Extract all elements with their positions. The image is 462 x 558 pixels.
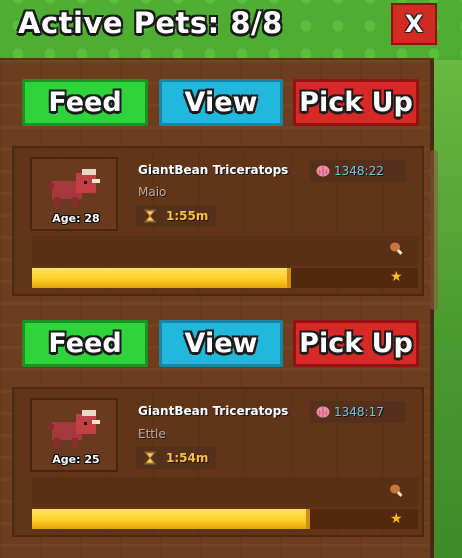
hunger-strip (32, 477, 418, 507)
background-grass (434, 60, 462, 558)
pet-thumbnail[interactable]: Age: 28 (30, 157, 118, 231)
pet-timer: 1:55m (166, 209, 209, 223)
hunger-strip (32, 236, 418, 266)
brain-icon (316, 164, 330, 181)
drumstick-icon (390, 242, 404, 259)
triceratops-icon (48, 410, 100, 448)
feed-button[interactable]: Feed (22, 320, 148, 367)
pet-age: Age: 25 (52, 453, 100, 466)
brain-icon (316, 405, 330, 422)
bits-value: 1348:22 (334, 164, 384, 178)
drumstick-icon (390, 484, 404, 501)
bits-box: 1348:22 (310, 160, 406, 182)
timer-box: 1:55m (136, 205, 216, 227)
bits-box: 1348:17 (310, 401, 406, 423)
growth-bar-fill (32, 268, 291, 288)
timer-box: 1:54m (136, 447, 216, 469)
pick-up-button[interactable]: Pick Up (293, 79, 419, 126)
pet-age: Age: 28 (52, 212, 100, 225)
pet-nickname: Ettle (138, 427, 166, 441)
growth-bar (32, 268, 418, 288)
triceratops-icon (48, 169, 100, 207)
bits-value: 1348:17 (334, 405, 384, 419)
hourglass-icon (144, 451, 156, 468)
pick-up-button[interactable]: Pick Up (293, 320, 419, 367)
close-button[interactable]: X (391, 3, 437, 45)
pet-species: GiantBean Triceratops (138, 404, 289, 418)
pet-species: GiantBean Triceratops (138, 163, 289, 177)
scrollbar[interactable] (430, 150, 438, 310)
growth-bar-fill (32, 509, 310, 529)
hourglass-icon (144, 209, 156, 226)
growth-bar (32, 509, 418, 529)
view-button[interactable]: View (159, 320, 283, 367)
star-icon: ★ (390, 511, 403, 527)
feed-button[interactable]: Feed (22, 79, 148, 126)
pet-thumbnail[interactable]: Age: 25 (30, 398, 118, 472)
star-icon: ★ (390, 269, 403, 285)
pet-nickname: Maio (138, 185, 167, 199)
page-title: Active Pets: 8/8 (18, 6, 283, 40)
pet-card: Age: 28 GiantBean Triceratops Maio 1348:… (12, 146, 424, 296)
pet-timer: 1:54m (166, 451, 209, 465)
view-button[interactable]: View (159, 79, 283, 126)
pet-card: Age: 25 GiantBean Triceratops Ettle 1348… (12, 387, 424, 537)
